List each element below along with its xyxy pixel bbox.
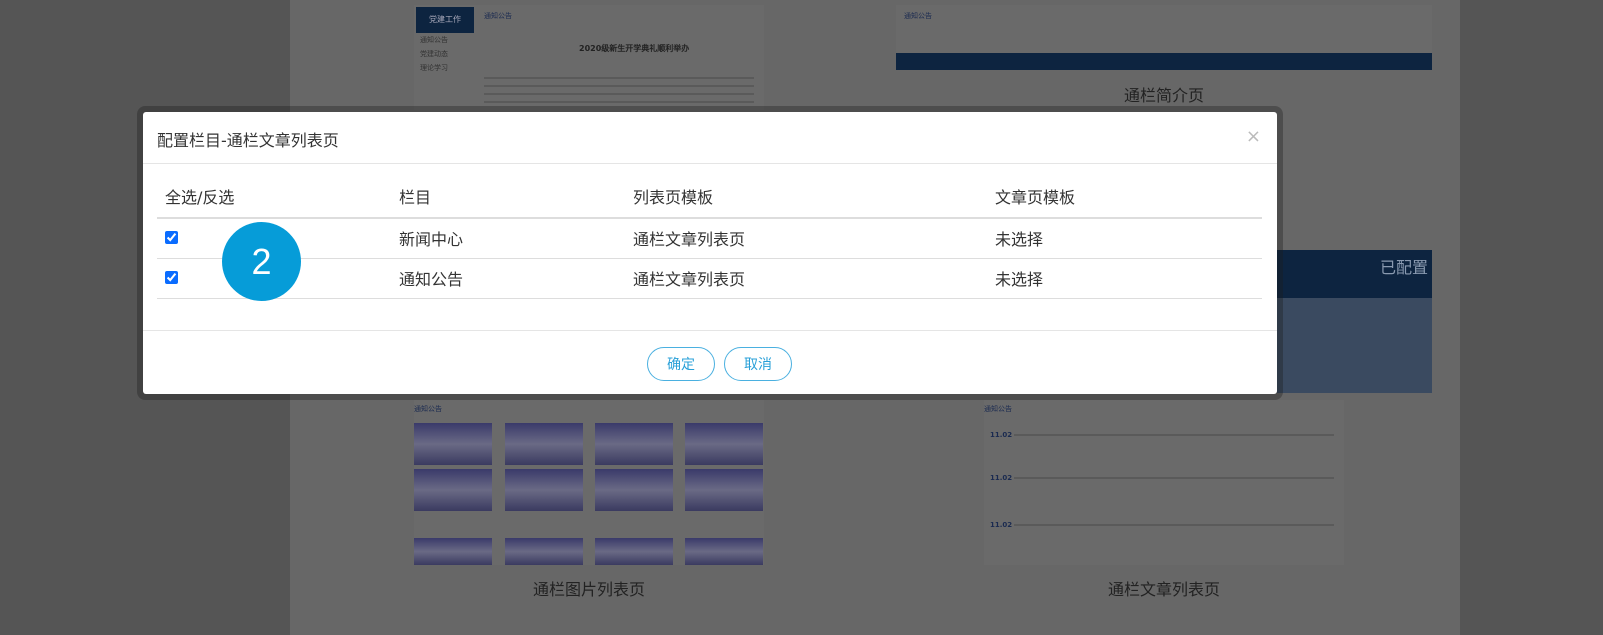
thumb-caption: 通栏简介页 [1123,86,1204,105]
dialog-footer: 确定 取消 [143,330,1277,394]
article-template[interactable]: 未选择 [987,258,1262,299]
table-row: 通知公告 通栏文章列表页 未选择 [157,258,1262,299]
thumb-header: 通知公告 [984,405,1012,413]
item-date: 11.02 [990,431,1013,439]
column-header: 列表页模板 [625,184,987,219]
thumb-picture-list[interactable]: 通知公告 [414,400,764,565]
thumb-header: 通知公告 [414,405,442,413]
configured-status: 已配置 [1379,258,1428,277]
select-all-toggle[interactable]: 全选/反选 [157,184,391,219]
row-checkbox[interactable] [165,270,178,284]
dialog-title: 配置栏目-通栏文章列表页 [143,112,1277,164]
thumb-intro-page[interactable]: 通知公告 [896,5,1432,70]
column-header: 文章页模板 [987,184,1262,219]
confirm-button[interactable]: 确定 [647,347,715,381]
sidebar-item: 党建动态 [420,50,448,58]
thumb-header: 通知公告 [904,12,932,20]
sidebar-item: 通知公告 [420,36,448,44]
column-table: 全选/反选 栏目 列表页模板 文章页模板 新闻中心 通栏文章列表页 未选择 通知… [157,184,1262,299]
column-header: 栏目 [391,184,625,219]
thumb-caption: 通栏文章列表页 [1107,580,1220,599]
column-name: 通知公告 [391,258,625,299]
item-date: 11.02 [990,474,1013,482]
sidebar-title: 党建工作 [416,7,474,33]
column-name: 新闻中心 [391,218,625,259]
thumb-header: 通知公告 [484,12,512,20]
step-badge: 2 [222,222,301,301]
sidebar-item: 理论学习 [420,64,448,72]
item-date: 11.02 [990,521,1013,529]
table-row: 新闻中心 通栏文章列表页 未选择 [157,218,1262,259]
list-template[interactable]: 通栏文章列表页 [625,258,987,299]
thumb-article-list[interactable]: 通知公告 11.02 11.02 11.02 [984,400,1344,565]
thumb-caption: 通栏图片列表页 [532,580,645,599]
close-icon[interactable]: × [1246,126,1261,147]
thumb-article-page[interactable]: 党建工作 通知公告 党建动态 理论学习 通知公告 2020级新生开学典礼顺利举办 [414,5,764,110]
article-title: 2020级新生开学典礼顺利举办 [579,44,690,53]
configure-column-dialog: 配置栏目-通栏文章列表页 × 全选/反选 栏目 列表页模板 文章页模板 新闻中心… [143,112,1277,394]
list-template[interactable]: 通栏文章列表页 [625,218,987,259]
row-checkbox[interactable] [165,230,178,244]
thumb-configured[interactable]: 已配置 [1277,250,1432,393]
cancel-button[interactable]: 取消 [724,347,792,381]
article-template[interactable]: 未选择 [987,218,1262,259]
